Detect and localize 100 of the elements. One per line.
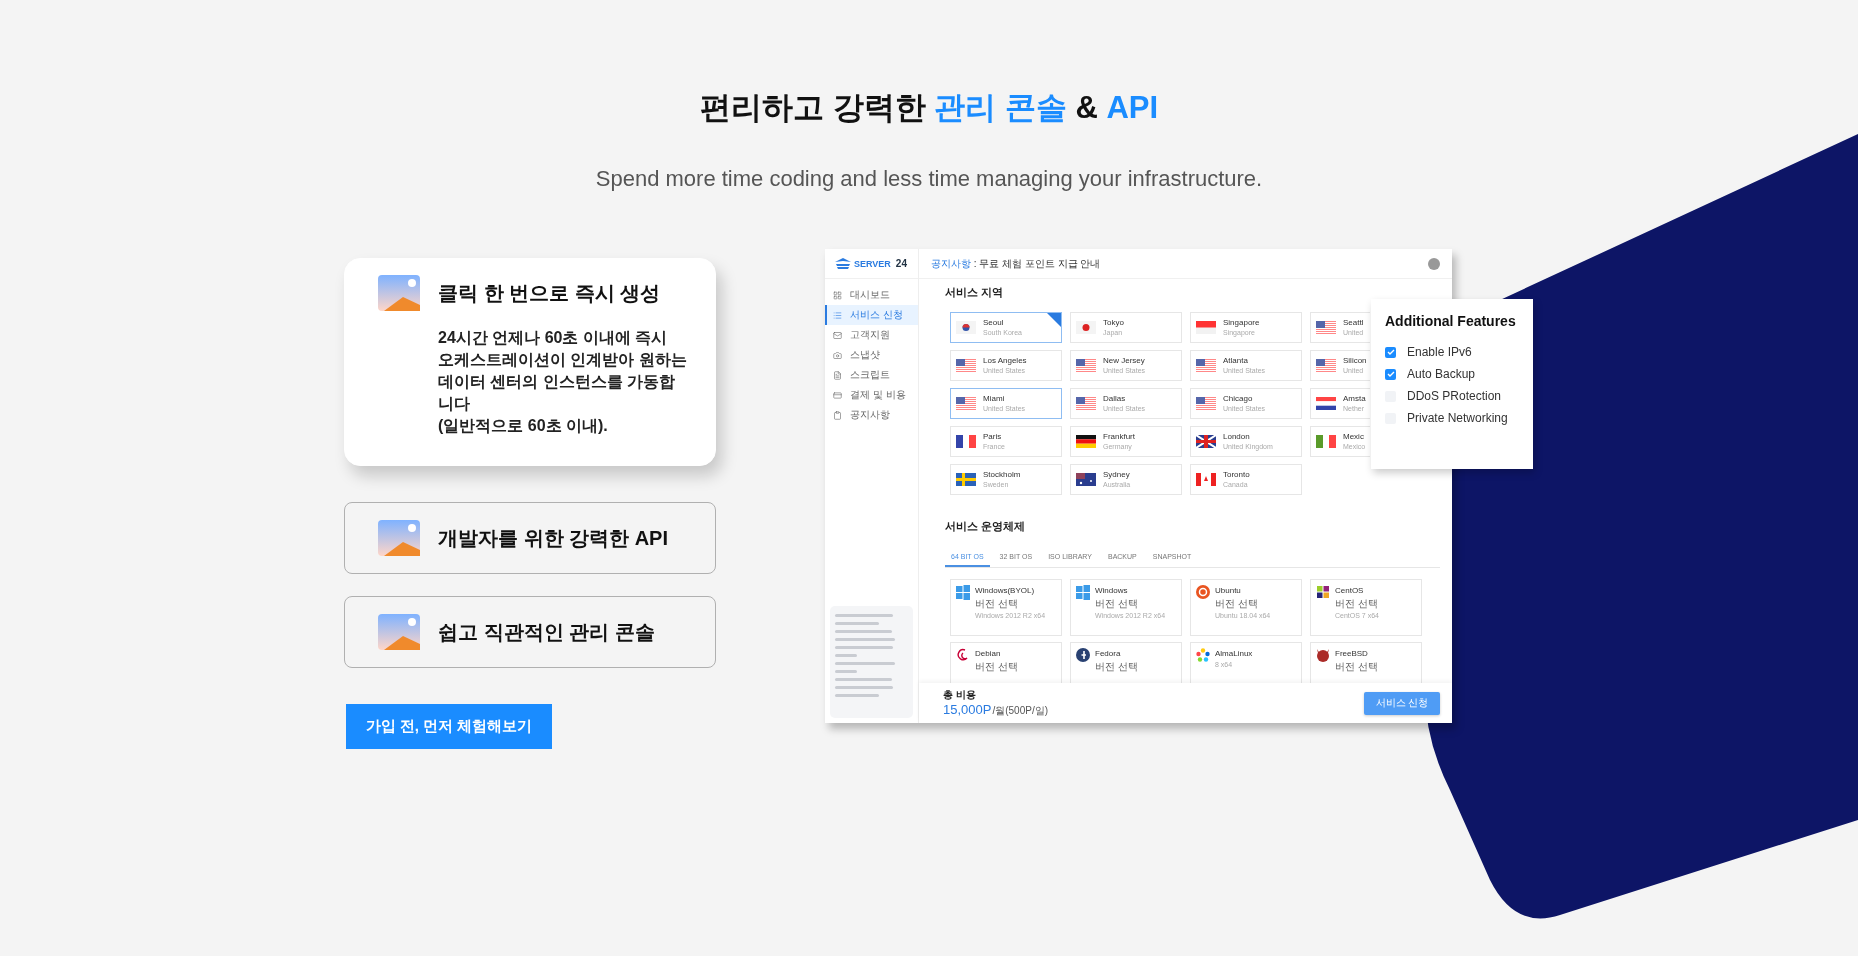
logo-number: 24 [895, 258, 907, 269]
sidebar-item[interactable]: 고객지원 [825, 325, 918, 345]
price: 15,000P [943, 702, 992, 717]
os-name: Windows(BYOL) [975, 585, 1036, 596]
pinwheel-icon [1316, 585, 1330, 600]
city-name: Toronto [1223, 469, 1250, 480]
checkbox[interactable] [1385, 368, 1396, 380]
os-name: CentOS [1335, 585, 1365, 596]
city-name: Tokyo [1103, 317, 1124, 328]
checkbox[interactable] [1385, 346, 1396, 358]
version-select-label: 버전 선택 [1335, 660, 1378, 673]
option-label: Enable IPv6 [1407, 345, 1472, 359]
version-select-label: 버전 선택 [1095, 597, 1139, 610]
flag-icon [1316, 435, 1336, 448]
os-name: Ubuntu [1215, 585, 1242, 596]
city-name: Los Angeles [983, 355, 1027, 366]
devil-icon [1316, 648, 1330, 663]
panel-title: Additional Features [1385, 313, 1517, 329]
feature-description: 24시간 언제나 60초 이내에 즉시 오케스트레이션이 인계받아 원하는 데이터 센터의 인스턴스를 가동합니다 (일반적으로 60초 이내). [438, 328, 688, 436]
os-name: Debian [975, 648, 1002, 659]
version-select-label: 버전 선택 [1215, 597, 1259, 610]
option-label: DDoS PRotection [1407, 389, 1502, 403]
sidebar-item[interactable]: 결제 및 비용 [825, 385, 918, 405]
image-icon [378, 614, 420, 650]
flag-icon [956, 397, 976, 410]
flag-icon [956, 473, 976, 486]
sidebar-item[interactable]: 서비스 신청 [825, 305, 918, 325]
page-subtitle: Spend more time coding and less time managing your infrastructure. [595, 166, 1263, 192]
city-name: Atlanta [1223, 355, 1249, 366]
city-name: Sydney [1103, 469, 1131, 480]
city-name: Singapore [1223, 317, 1260, 328]
flag-icon [956, 359, 976, 372]
circle-logo-icon [1196, 585, 1210, 600]
flag-icon [1076, 359, 1096, 372]
sidebar-item[interactable]: 스크립트 [825, 365, 918, 385]
sidebar-label: 서비스 신청 [850, 308, 903, 322]
feature-title: 클릭 한 번으로 즉시 생성 [438, 281, 662, 306]
flag-icon [956, 321, 976, 334]
logo-text: SERVER [854, 258, 891, 269]
server-stack-icon [835, 258, 851, 269]
flag-icon [1076, 435, 1096, 448]
flag-icon [1076, 397, 1096, 410]
feature-card[interactable]: 쉽고 직관적인 관리 콘솔 [344, 596, 716, 668]
flag-icon [1196, 435, 1216, 448]
option-label: Private Networking [1407, 411, 1508, 425]
section-title: 서비스 지역 [945, 285, 1005, 299]
city-name: Chicago [1223, 393, 1254, 404]
flag-icon [1196, 321, 1216, 334]
total-label: 총 비용 [943, 688, 977, 702]
page-heading: 편리하고 강력한 관리 콘솔 & API [699, 89, 1159, 127]
sidebar-label: 대시보드 [850, 288, 890, 302]
version-select-label: 버전 선택 [975, 597, 1019, 610]
mail-icon [833, 330, 842, 340]
flower-icon [1196, 648, 1210, 663]
city-name: New Jersey [1103, 355, 1146, 366]
os-name: Fedora [1095, 648, 1122, 659]
windows-icon [1076, 585, 1090, 600]
feature-card[interactable]: 클릭 한 번으로 즉시 생성 24시간 언제나 60초 이내에 즉시 오케스트레이션이 인계받아 원하는 데이터 센터의 인스턴스를 가동합니다 (일반적으로 60초 이내). [344, 258, 716, 466]
sidebar-item[interactable]: 대시보드 [825, 285, 918, 305]
city-name: Silicon [1343, 355, 1367, 366]
credit-card-icon [833, 390, 842, 400]
sidebar-label: 스냅샷 [850, 348, 880, 362]
feature-title: 쉽고 직관적인 관리 콘솔 [438, 620, 655, 645]
price-unit: /월(500P/일) [992, 704, 1048, 718]
section-title: 서비스 운영체제 [945, 519, 1027, 533]
sidebar-label: 고객지원 [850, 328, 890, 342]
circle-logo-icon [1076, 648, 1090, 663]
avatar-icon[interactable] [1428, 257, 1440, 270]
sidebar-label: 공지사항 [850, 408, 890, 422]
flag-icon [1196, 359, 1216, 372]
option-label: Auto Backup [1407, 367, 1476, 381]
city-name: Paris [983, 431, 1003, 442]
version-select-label: 버전 선택 [1095, 660, 1138, 673]
flag-icon [1076, 473, 1096, 486]
city-name: Seoul [983, 317, 1005, 328]
flag-icon [1076, 321, 1096, 334]
os-name: Windows [1095, 585, 1129, 596]
flag-icon [1316, 321, 1336, 334]
flag-icon [1196, 473, 1216, 486]
camera-icon [833, 350, 842, 360]
notice-text[interactable]: 공지사항 : 무료 체험 포인트 지급 안내 [931, 256, 1101, 271]
windows-icon [956, 585, 970, 600]
version-select-label: 버전 선택 [975, 660, 1018, 673]
image-icon [378, 275, 420, 311]
city-name: Seattl [1343, 317, 1364, 328]
sidebar-item[interactable]: 스냅샷 [825, 345, 918, 365]
feature-card[interactable]: 개발자를 위한 강력한 API [344, 502, 716, 574]
city-name: Frankfurt [1103, 431, 1135, 442]
sidebar-item[interactable]: 공지사항 [825, 405, 918, 425]
flag-icon [1316, 397, 1336, 410]
flag-icon [1316, 359, 1336, 372]
sidebar-label: 스크립트 [850, 368, 890, 382]
clipboard-icon [833, 410, 842, 420]
city-name: Dallas [1103, 393, 1127, 404]
flag-icon [1196, 397, 1216, 410]
sidebar-label: 결제 및 비용 [850, 388, 906, 402]
city-name: Mexic [1343, 431, 1365, 442]
version-select-label: 버전 선택 [1335, 597, 1379, 610]
city-name: London [1223, 431, 1251, 442]
os-name: FreeBSD [1335, 648, 1369, 659]
